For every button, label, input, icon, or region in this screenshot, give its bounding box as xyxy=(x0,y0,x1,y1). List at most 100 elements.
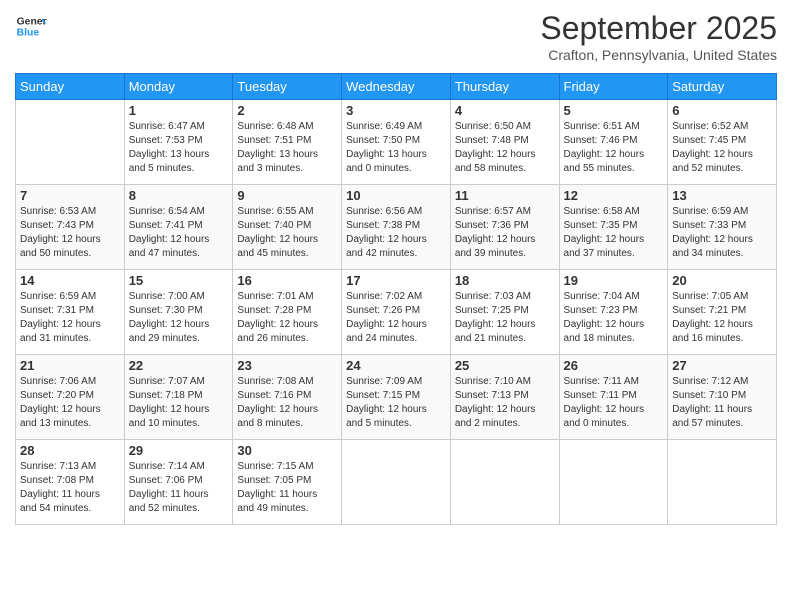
location: Crafton, Pennsylvania, United States xyxy=(540,47,777,63)
day-number: 16 xyxy=(237,273,337,288)
calendar-cell: 15 Sunrise: 7:00 AM Sunset: 7:30 PM Dayli… xyxy=(124,270,233,355)
svg-text:Blue: Blue xyxy=(17,28,40,39)
calendar-cell: 18Sunrise: 7:03 AM Sunset: 7:25 PM Dayli… xyxy=(450,270,559,355)
calendar-cell: 9Sunrise: 6:55 AM Sunset: 7:40 PM Daylig… xyxy=(233,185,342,270)
day-info: Sunrise: 6:58 AM Sunset: 7:35 PM Dayligh… xyxy=(564,205,664,261)
day-info: Sunrise: 6:52 AM Sunset: 7:45 PM Dayligh… xyxy=(672,120,772,176)
calendar-cell: 10 Sunrise: 6:56 AM Sunset: 7:38 PM Dayli… xyxy=(342,185,451,270)
calendar-cell: 2 Sunrise: 6:48 AM Sunset: 7:51 PM Daylig… xyxy=(233,100,342,185)
day-info: Sunrise: 7:08 AM Sunset: 7:16 PM Dayligh… xyxy=(237,375,337,431)
calendar-cell: 29 Sunrise: 7:14 AM Sunset: 7:06 PM Dayli… xyxy=(124,440,233,525)
calendar-cell: 19Sunrise: 7:04 AM Sunset: 7:23 PM Dayli… xyxy=(559,270,668,355)
calendar-cell: 26 Sunrise: 7:11 AM Sunset: 7:11 PM Dayli… xyxy=(559,355,668,440)
day-number: 11 xyxy=(455,188,555,203)
page-header: General Blue September 2025 Crafton, Pen… xyxy=(15,10,777,63)
day-info: Sunrise: 6:54 AM Sunset: 7:41 PM Dayligh… xyxy=(129,205,229,261)
title-block: September 2025 Crafton, Pennsylvania, Un… xyxy=(540,10,777,63)
day-info: Sunrise: 6:51 AM Sunset: 7:46 PM Dayligh… xyxy=(564,120,664,176)
calendar-cell: 16 Sunrise: 7:01 AM Sunset: 7:28 PM Dayli… xyxy=(233,270,342,355)
day-number: 6 xyxy=(672,103,772,118)
calendar-cell: 25Sunrise: 7:10 AM Sunset: 7:13 PM Dayli… xyxy=(450,355,559,440)
day-number: 7 xyxy=(20,188,120,203)
calendar-cell xyxy=(559,440,668,525)
day-info: Sunrise: 7:07 AM Sunset: 7:18 PM Dayligh… xyxy=(129,375,229,431)
day-number: 20 xyxy=(672,273,772,288)
day-number: 9 xyxy=(237,188,337,203)
logo: General Blue xyxy=(15,10,47,42)
calendar-cell: 4 Sunrise: 6:50 AM Sunset: 7:48 PM Daylig… xyxy=(450,100,559,185)
day-number: 21 xyxy=(20,358,120,373)
calendar-cell xyxy=(668,440,777,525)
header-wednesday: Wednesday xyxy=(342,74,451,100)
day-info: Sunrise: 7:02 AM Sunset: 7:26 PM Dayligh… xyxy=(346,290,446,346)
calendar-cell: 20 Sunrise: 7:05 AM Sunset: 7:21 PM Dayli… xyxy=(668,270,777,355)
day-number: 10 xyxy=(346,188,446,203)
day-number: 28 xyxy=(20,443,120,458)
calendar-cell: 28Sunrise: 7:13 AM Sunset: 7:08 PM Dayli… xyxy=(16,440,125,525)
day-number: 3 xyxy=(346,103,446,118)
day-info: Sunrise: 6:59 AM Sunset: 7:33 PM Dayligh… xyxy=(672,205,772,261)
logo-icon: General Blue xyxy=(15,10,47,42)
day-number: 4 xyxy=(455,103,555,118)
header-saturday: Saturday xyxy=(668,74,777,100)
day-info: Sunrise: 7:01 AM Sunset: 7:28 PM Dayligh… xyxy=(237,290,337,346)
day-info: Sunrise: 7:09 AM Sunset: 7:15 PM Dayligh… xyxy=(346,375,446,431)
calendar-cell: 27Sunrise: 7:12 AM Sunset: 7:10 PM Dayli… xyxy=(668,355,777,440)
day-info: Sunrise: 6:56 AM Sunset: 7:38 PM Dayligh… xyxy=(346,205,446,261)
calendar-cell: 23 Sunrise: 7:08 AM Sunset: 7:16 PM Dayli… xyxy=(233,355,342,440)
day-number: 14 xyxy=(20,273,120,288)
day-number: 15 xyxy=(129,273,229,288)
day-info: Sunrise: 7:00 AM Sunset: 7:30 PM Dayligh… xyxy=(129,290,229,346)
day-number: 17 xyxy=(346,273,446,288)
day-number: 19 xyxy=(564,273,664,288)
calendar-cell: 8 Sunrise: 6:54 AM Sunset: 7:41 PM Daylig… xyxy=(124,185,233,270)
calendar-week-3: 14Sunrise: 6:59 AM Sunset: 7:31 PM Dayli… xyxy=(16,270,777,355)
calendar-cell: 7Sunrise: 6:53 AM Sunset: 7:43 PM Daylig… xyxy=(16,185,125,270)
calendar-week-2: 7Sunrise: 6:53 AM Sunset: 7:43 PM Daylig… xyxy=(16,185,777,270)
day-info: Sunrise: 6:48 AM Sunset: 7:51 PM Dayligh… xyxy=(237,120,337,176)
calendar-week-4: 21 Sunrise: 7:06 AM Sunset: 7:20 PM Dayli… xyxy=(16,355,777,440)
day-info: Sunrise: 7:11 AM Sunset: 7:11 PM Dayligh… xyxy=(564,375,664,431)
header-thursday: Thursday xyxy=(450,74,559,100)
calendar-table: SundayMondayTuesdayWednesdayThursdayFrid… xyxy=(15,73,777,525)
calendar-cell: 6 Sunrise: 6:52 AM Sunset: 7:45 PM Daylig… xyxy=(668,100,777,185)
day-number: 29 xyxy=(129,443,229,458)
header-friday: Friday xyxy=(559,74,668,100)
day-number: 1 xyxy=(129,103,229,118)
day-info: Sunrise: 6:50 AM Sunset: 7:48 PM Dayligh… xyxy=(455,120,555,176)
calendar-week-5: 28Sunrise: 7:13 AM Sunset: 7:08 PM Dayli… xyxy=(16,440,777,525)
calendar-week-1: 1 Sunrise: 6:47 AM Sunset: 7:53 PM Daylig… xyxy=(16,100,777,185)
day-info: Sunrise: 7:15 AM Sunset: 7:05 PM Dayligh… xyxy=(237,460,337,516)
calendar-cell xyxy=(450,440,559,525)
header-tuesday: Tuesday xyxy=(233,74,342,100)
day-info: Sunrise: 7:05 AM Sunset: 7:21 PM Dayligh… xyxy=(672,290,772,346)
calendar-cell: 12Sunrise: 6:58 AM Sunset: 7:35 PM Dayli… xyxy=(559,185,668,270)
calendar-cell: 17 Sunrise: 7:02 AM Sunset: 7:26 PM Dayli… xyxy=(342,270,451,355)
day-number: 26 xyxy=(564,358,664,373)
calendar-cell: 21 Sunrise: 7:06 AM Sunset: 7:20 PM Dayli… xyxy=(16,355,125,440)
calendar-cell: 5 Sunrise: 6:51 AM Sunset: 7:46 PM Daylig… xyxy=(559,100,668,185)
day-number: 5 xyxy=(564,103,664,118)
svg-text:General: General xyxy=(17,16,47,27)
calendar-cell: 1 Sunrise: 6:47 AM Sunset: 7:53 PM Daylig… xyxy=(124,100,233,185)
calendar-cell: 22 Sunrise: 7:07 AM Sunset: 7:18 PM Dayli… xyxy=(124,355,233,440)
day-number: 23 xyxy=(237,358,337,373)
day-number: 22 xyxy=(129,358,229,373)
calendar-cell: 13Sunrise: 6:59 AM Sunset: 7:33 PM Dayli… xyxy=(668,185,777,270)
day-info: Sunrise: 6:49 AM Sunset: 7:50 PM Dayligh… xyxy=(346,120,446,176)
month-title: September 2025 xyxy=(540,10,777,47)
calendar-cell: 24 Sunrise: 7:09 AM Sunset: 7:15 PM Dayli… xyxy=(342,355,451,440)
day-info: Sunrise: 7:14 AM Sunset: 7:06 PM Dayligh… xyxy=(129,460,229,516)
header-sunday: Sunday xyxy=(16,74,125,100)
calendar-cell xyxy=(16,100,125,185)
day-number: 8 xyxy=(129,188,229,203)
day-info: Sunrise: 6:57 AM Sunset: 7:36 PM Dayligh… xyxy=(455,205,555,261)
calendar-cell: 11 Sunrise: 6:57 AM Sunset: 7:36 PM Dayli… xyxy=(450,185,559,270)
day-info: Sunrise: 6:47 AM Sunset: 7:53 PM Dayligh… xyxy=(129,120,229,176)
day-info: Sunrise: 7:06 AM Sunset: 7:20 PM Dayligh… xyxy=(20,375,120,431)
calendar-cell: 30 Sunrise: 7:15 AM Sunset: 7:05 PM Dayli… xyxy=(233,440,342,525)
day-number: 24 xyxy=(346,358,446,373)
header-monday: Monday xyxy=(124,74,233,100)
day-number: 2 xyxy=(237,103,337,118)
day-number: 30 xyxy=(237,443,337,458)
